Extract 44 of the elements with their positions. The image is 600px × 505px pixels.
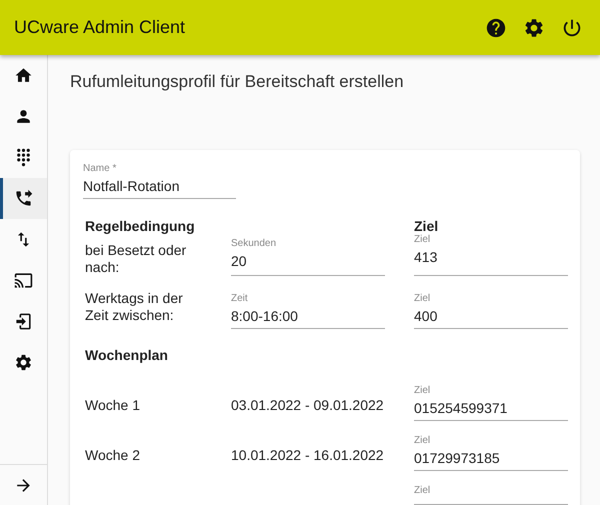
week-label: Woche 1 — [85, 397, 141, 415]
home-icon — [14, 66, 33, 85]
column-heading: Ziel — [414, 218, 440, 234]
field-value: 400 — [414, 308, 438, 324]
field-label: Ziel — [414, 485, 432, 496]
name-field[interactable]: Name * Notfall-Rotation — [83, 163, 236, 199]
week-range: 03.01.2022 - 09.01.2022 — [231, 397, 385, 415]
field-value: 413 — [414, 249, 438, 265]
login-icon — [14, 312, 33, 331]
rule-field[interactable]: Sekunden 20 — [231, 238, 385, 276]
target-field[interactable]: Ziel 01729973185 — [414, 435, 568, 471]
week-range: 10.01.2022 - 16.01.2022 — [231, 447, 385, 465]
field-value: 20 — [231, 253, 248, 269]
field-label: Ziel — [414, 435, 432, 446]
field-label: Sekunden — [231, 238, 278, 249]
cast-icon — [14, 271, 33, 290]
rule-label: bei Besetzt oder nach: — [85, 241, 188, 276]
field-value: 01729973185 — [414, 450, 501, 466]
rule-field[interactable]: Zeit 8:00-16:00 — [231, 293, 385, 329]
help-icon — [485, 16, 507, 38]
field-label: Name * — [83, 163, 118, 174]
week-label: Woche 2 — [85, 447, 141, 465]
target-field[interactable]: Ziel — [414, 485, 568, 505]
section-heading: Wochenplan — [85, 347, 169, 363]
settings-icon — [14, 353, 33, 372]
app-title: UCware Admin Client — [14, 17, 186, 38]
field-label: Ziel — [414, 234, 432, 245]
dialpad-icon — [14, 148, 33, 167]
rule-label: Werktags in der Zeit zwischen: — [85, 288, 184, 324]
field-value: 8:00-16:00 — [231, 308, 299, 324]
section-heading: Regelbedingung — [85, 218, 196, 234]
field-label: Ziel — [414, 385, 432, 396]
page-title: Rufumleitungsprofil für Bereitschaft erstellen — [70, 72, 405, 92]
phone-forward-icon — [14, 189, 33, 208]
target-field[interactable]: Ziel 413 — [414, 234, 568, 276]
target-field[interactable]: Ziel 015254599371 — [414, 385, 568, 421]
field-value: 015254599371 — [414, 400, 508, 416]
field-label: Zeit — [231, 293, 249, 304]
sidebar-item[interactable] — [0, 178, 47, 219]
field-label: Ziel — [414, 293, 432, 304]
person-icon — [14, 107, 33, 126]
field-value: Notfall-Rotation — [83, 178, 180, 194]
settings-icon — [523, 16, 545, 38]
target-field[interactable]: Ziel 400 — [414, 293, 568, 329]
